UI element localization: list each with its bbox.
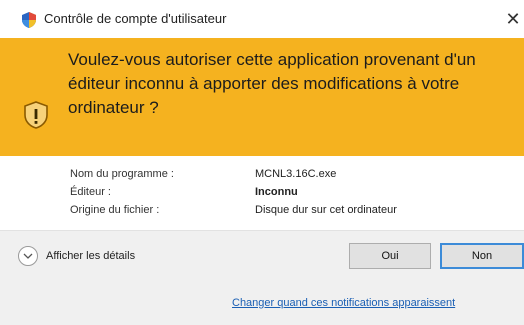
- change-notifications-link[interactable]: Changer quand ces notifications apparais…: [232, 297, 455, 309]
- detail-row-publisher: Éditeur : Inconnu: [0, 186, 524, 204]
- shield-warning-icon: [24, 101, 48, 129]
- publisher-label: Éditeur :: [70, 186, 111, 198]
- show-details-toggle[interactable]: Afficher les détails: [18, 245, 135, 267]
- program-name-label: Nom du programme :: [70, 168, 174, 180]
- detail-row-origin: Origine du fichier : Disque dur sur cet …: [0, 204, 524, 222]
- warning-message: Voulez-vous autoriser cette application …: [68, 50, 476, 117]
- uac-shield-icon: [22, 12, 36, 28]
- window-title: Contrôle de compte d'utilisateur: [44, 11, 227, 26]
- origin-label: Origine du fichier :: [70, 204, 160, 216]
- yes-button[interactable]: Oui: [349, 243, 431, 269]
- show-details-label: Afficher les détails: [46, 250, 136, 262]
- dialog-footer: Afficher les détails Oui Non Changer qua…: [0, 230, 524, 325]
- close-button[interactable]: ✕: [502, 8, 524, 32]
- detail-row-program: Nom du programme : MCNL3.16C.exe: [0, 168, 524, 186]
- no-button[interactable]: Non: [440, 243, 524, 269]
- uac-dialog: Contrôle de compte d'utilisateur ✕ Voule…: [0, 0, 524, 325]
- publisher-value: Inconnu: [255, 186, 298, 198]
- warning-banner: Voulez-vous autoriser cette application …: [0, 38, 524, 156]
- close-icon: ✕: [505, 9, 521, 29]
- program-name-value: MCNL3.16C.exe: [255, 168, 337, 180]
- program-details: Nom du programme : MCNL3.16C.exe Éditeur…: [0, 156, 524, 226]
- origin-value: Disque dur sur cet ordinateur: [255, 204, 397, 216]
- title-bar: Contrôle de compte d'utilisateur ✕: [0, 0, 524, 38]
- chevron-down-icon: [18, 246, 38, 266]
